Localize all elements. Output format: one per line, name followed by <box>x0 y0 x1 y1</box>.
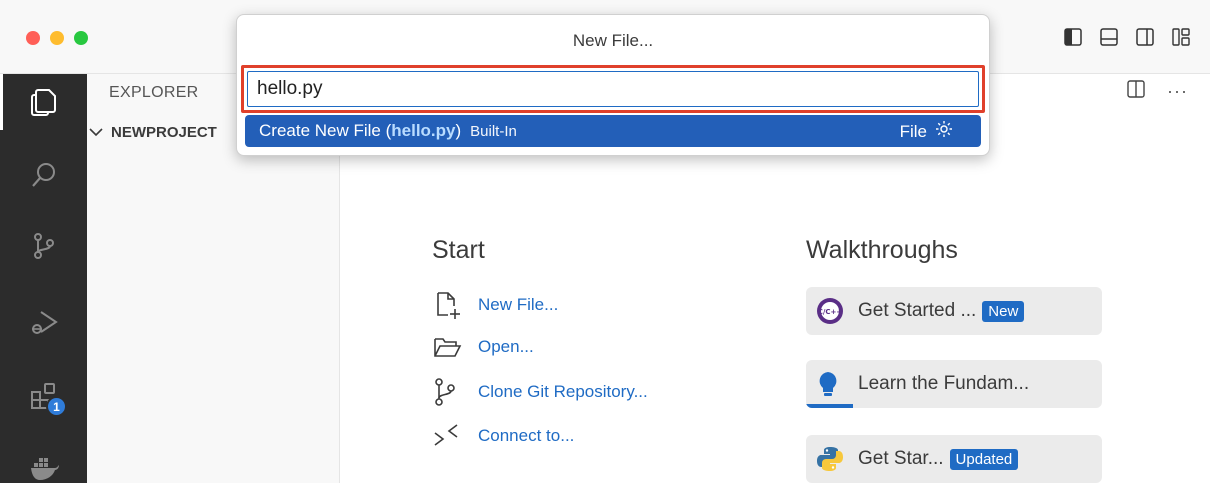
folder-header-newproject[interactable]: NEWPROJECT <box>87 124 217 141</box>
source-control-icon <box>432 377 478 407</box>
start-open-link[interactable]: Open... <box>432 334 534 360</box>
option-description: Built-In <box>470 122 517 140</box>
new-badge: New <box>982 300 1025 322</box>
cpp-icon: C/C++ <box>816 297 858 325</box>
activity-bar: 1 <box>0 74 87 483</box>
new-file-icon <box>432 290 478 320</box>
maximize-window-button[interactable] <box>74 31 88 45</box>
new-file-label: New File... <box>478 295 559 314</box>
toggle-primary-sidebar-icon[interactable] <box>1064 28 1082 46</box>
option-label-suffix: ) <box>455 121 462 140</box>
walkthroughs-heading: Walkthroughs <box>806 236 958 264</box>
walkthrough-progress-bar <box>806 404 853 408</box>
option-label-highlight: hello.py <box>391 121 456 140</box>
python-icon <box>816 445 858 473</box>
chevron-down-icon <box>89 124 107 141</box>
walkthrough-python-label: Get Star... <box>858 448 944 469</box>
more-actions-icon[interactable]: ··· <box>1167 81 1188 102</box>
svg-text:C/C++: C/C++ <box>818 308 843 316</box>
option-label-prefix: Create New File ( <box>259 121 392 140</box>
remote-connect-icon <box>432 422 478 450</box>
close-window-button[interactable] <box>26 31 40 45</box>
new-file-name-input[interactable] <box>247 71 979 107</box>
search-icon[interactable] <box>22 153 66 197</box>
layout-controls <box>1064 28 1190 46</box>
start-new-file-link[interactable]: New File... <box>432 290 558 320</box>
sidebar-title: EXPLORER <box>109 84 199 101</box>
walkthrough-fundamentals-label: Learn the Fundam... <box>858 373 1030 394</box>
walkthrough-python[interactable]: Get Star... Updated <box>806 435 1102 483</box>
quick-input-title: New File... <box>572 31 654 50</box>
split-editor-icon[interactable] <box>1127 80 1145 103</box>
editor-actions: ··· <box>1127 80 1188 103</box>
extensions-badge: 1 <box>46 396 67 417</box>
option-category-label: File <box>899 121 927 141</box>
walkthrough-fundamentals[interactable]: Learn the Fundam... <box>806 360 1102 408</box>
active-indicator <box>0 74 3 130</box>
walkthrough-cpp[interactable]: C/C++ Get Started ... New <box>806 287 1102 335</box>
open-label: Open... <box>478 337 534 356</box>
start-heading: Start <box>432 236 485 264</box>
lightbulb-icon <box>816 370 858 398</box>
source-control-icon[interactable] <box>22 224 66 268</box>
option-category: File <box>900 120 953 143</box>
connect-label: Connect to... <box>478 426 575 445</box>
explorer-icon[interactable] <box>22 80 66 124</box>
folder-open-icon <box>432 334 478 360</box>
walkthrough-cpp-label: Get Started ... <box>858 300 977 321</box>
quick-input-widget: New File... Create New File (hello.py) B… <box>236 14 990 156</box>
toggle-panel-icon[interactable] <box>1100 28 1118 46</box>
folder-name: NEWPROJECT <box>111 124 217 141</box>
clone-repo-label: Clone Git Repository... <box>478 382 648 401</box>
updated-badge: Updated <box>949 448 1019 470</box>
customize-layout-icon[interactable] <box>1172 28 1190 46</box>
toggle-secondary-sidebar-icon[interactable] <box>1136 28 1154 46</box>
gear-icon[interactable] <box>935 120 953 143</box>
start-clone-repo-link[interactable]: Clone Git Repository... <box>432 377 648 407</box>
start-connect-link[interactable]: Connect to... <box>432 422 574 450</box>
docker-icon[interactable] <box>22 444 66 483</box>
run-debug-icon[interactable] <box>22 300 66 344</box>
create-new-file-option[interactable]: Create New File (hello.py) Built-In File <box>245 115 981 147</box>
minimize-window-button[interactable] <box>50 31 64 45</box>
